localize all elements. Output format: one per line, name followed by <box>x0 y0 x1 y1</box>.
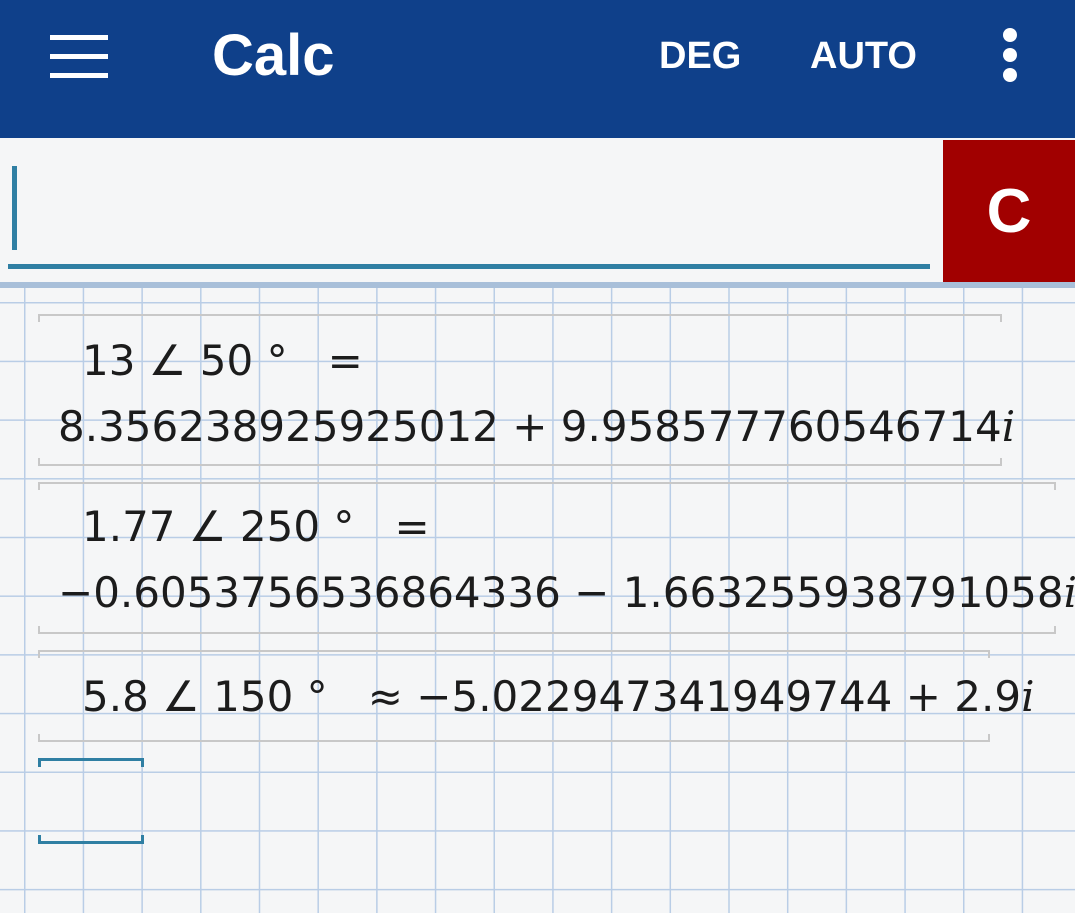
history-entry[interactable]: 13 ∠ 50 ° = 8.356238925925012 + 9.958577… <box>0 288 1075 478</box>
history-expression: 13 ∠ 50 ° = <box>82 336 363 385</box>
history-panel[interactable]: 13 ∠ 50 ° = 8.356238925925012 + 9.958577… <box>0 288 1075 913</box>
app-bar: Calc DEG AUTO <box>0 0 1075 138</box>
angle-mode-button[interactable]: DEG <box>659 34 741 78</box>
history-entry[interactable]: 1.77 ∠ 250 ° = −0.6053756536864336 − 1.6… <box>0 478 1075 638</box>
more-options-button[interactable] <box>990 22 1030 88</box>
entry-bracket-bottom <box>38 734 990 742</box>
entry-bracket-bottom <box>38 458 1002 466</box>
app-title: Calc <box>212 23 335 88</box>
hamburger-menu-icon <box>50 35 108 78</box>
history-expression: 5.8 ∠ 150 ° ≈ −5.022947341949744 + 2.9i <box>82 672 1035 721</box>
more-vertical-icon <box>1003 28 1017 82</box>
expression-input[interactable] <box>8 148 930 269</box>
format-mode-button[interactable]: AUTO <box>810 34 917 78</box>
history-entry[interactable]: 5.8 ∠ 150 ° ≈ −5.022947341949744 + 2.9i <box>0 648 1075 748</box>
history-expression: 1.77 ∠ 250 ° = <box>82 502 430 551</box>
new-entry-placeholder[interactable] <box>38 758 144 844</box>
calculator-app: Calc DEG AUTO C 13 ∠ 50 ° = 8.3562389259… <box>0 0 1075 913</box>
clear-button[interactable]: C <box>943 140 1075 282</box>
history-result: 8.356238925925012 + 9.958577760546714i <box>58 402 1016 451</box>
history-result: −0.6053756536864336 − 1.663255938791058i <box>58 568 1075 617</box>
entry-bracket-bottom <box>38 626 1056 634</box>
text-cursor <box>12 166 17 250</box>
menu-button[interactable] <box>40 25 118 85</box>
placeholder-bracket-top <box>38 758 144 767</box>
placeholder-bracket-bottom <box>38 835 144 844</box>
input-area: C <box>0 138 1075 286</box>
